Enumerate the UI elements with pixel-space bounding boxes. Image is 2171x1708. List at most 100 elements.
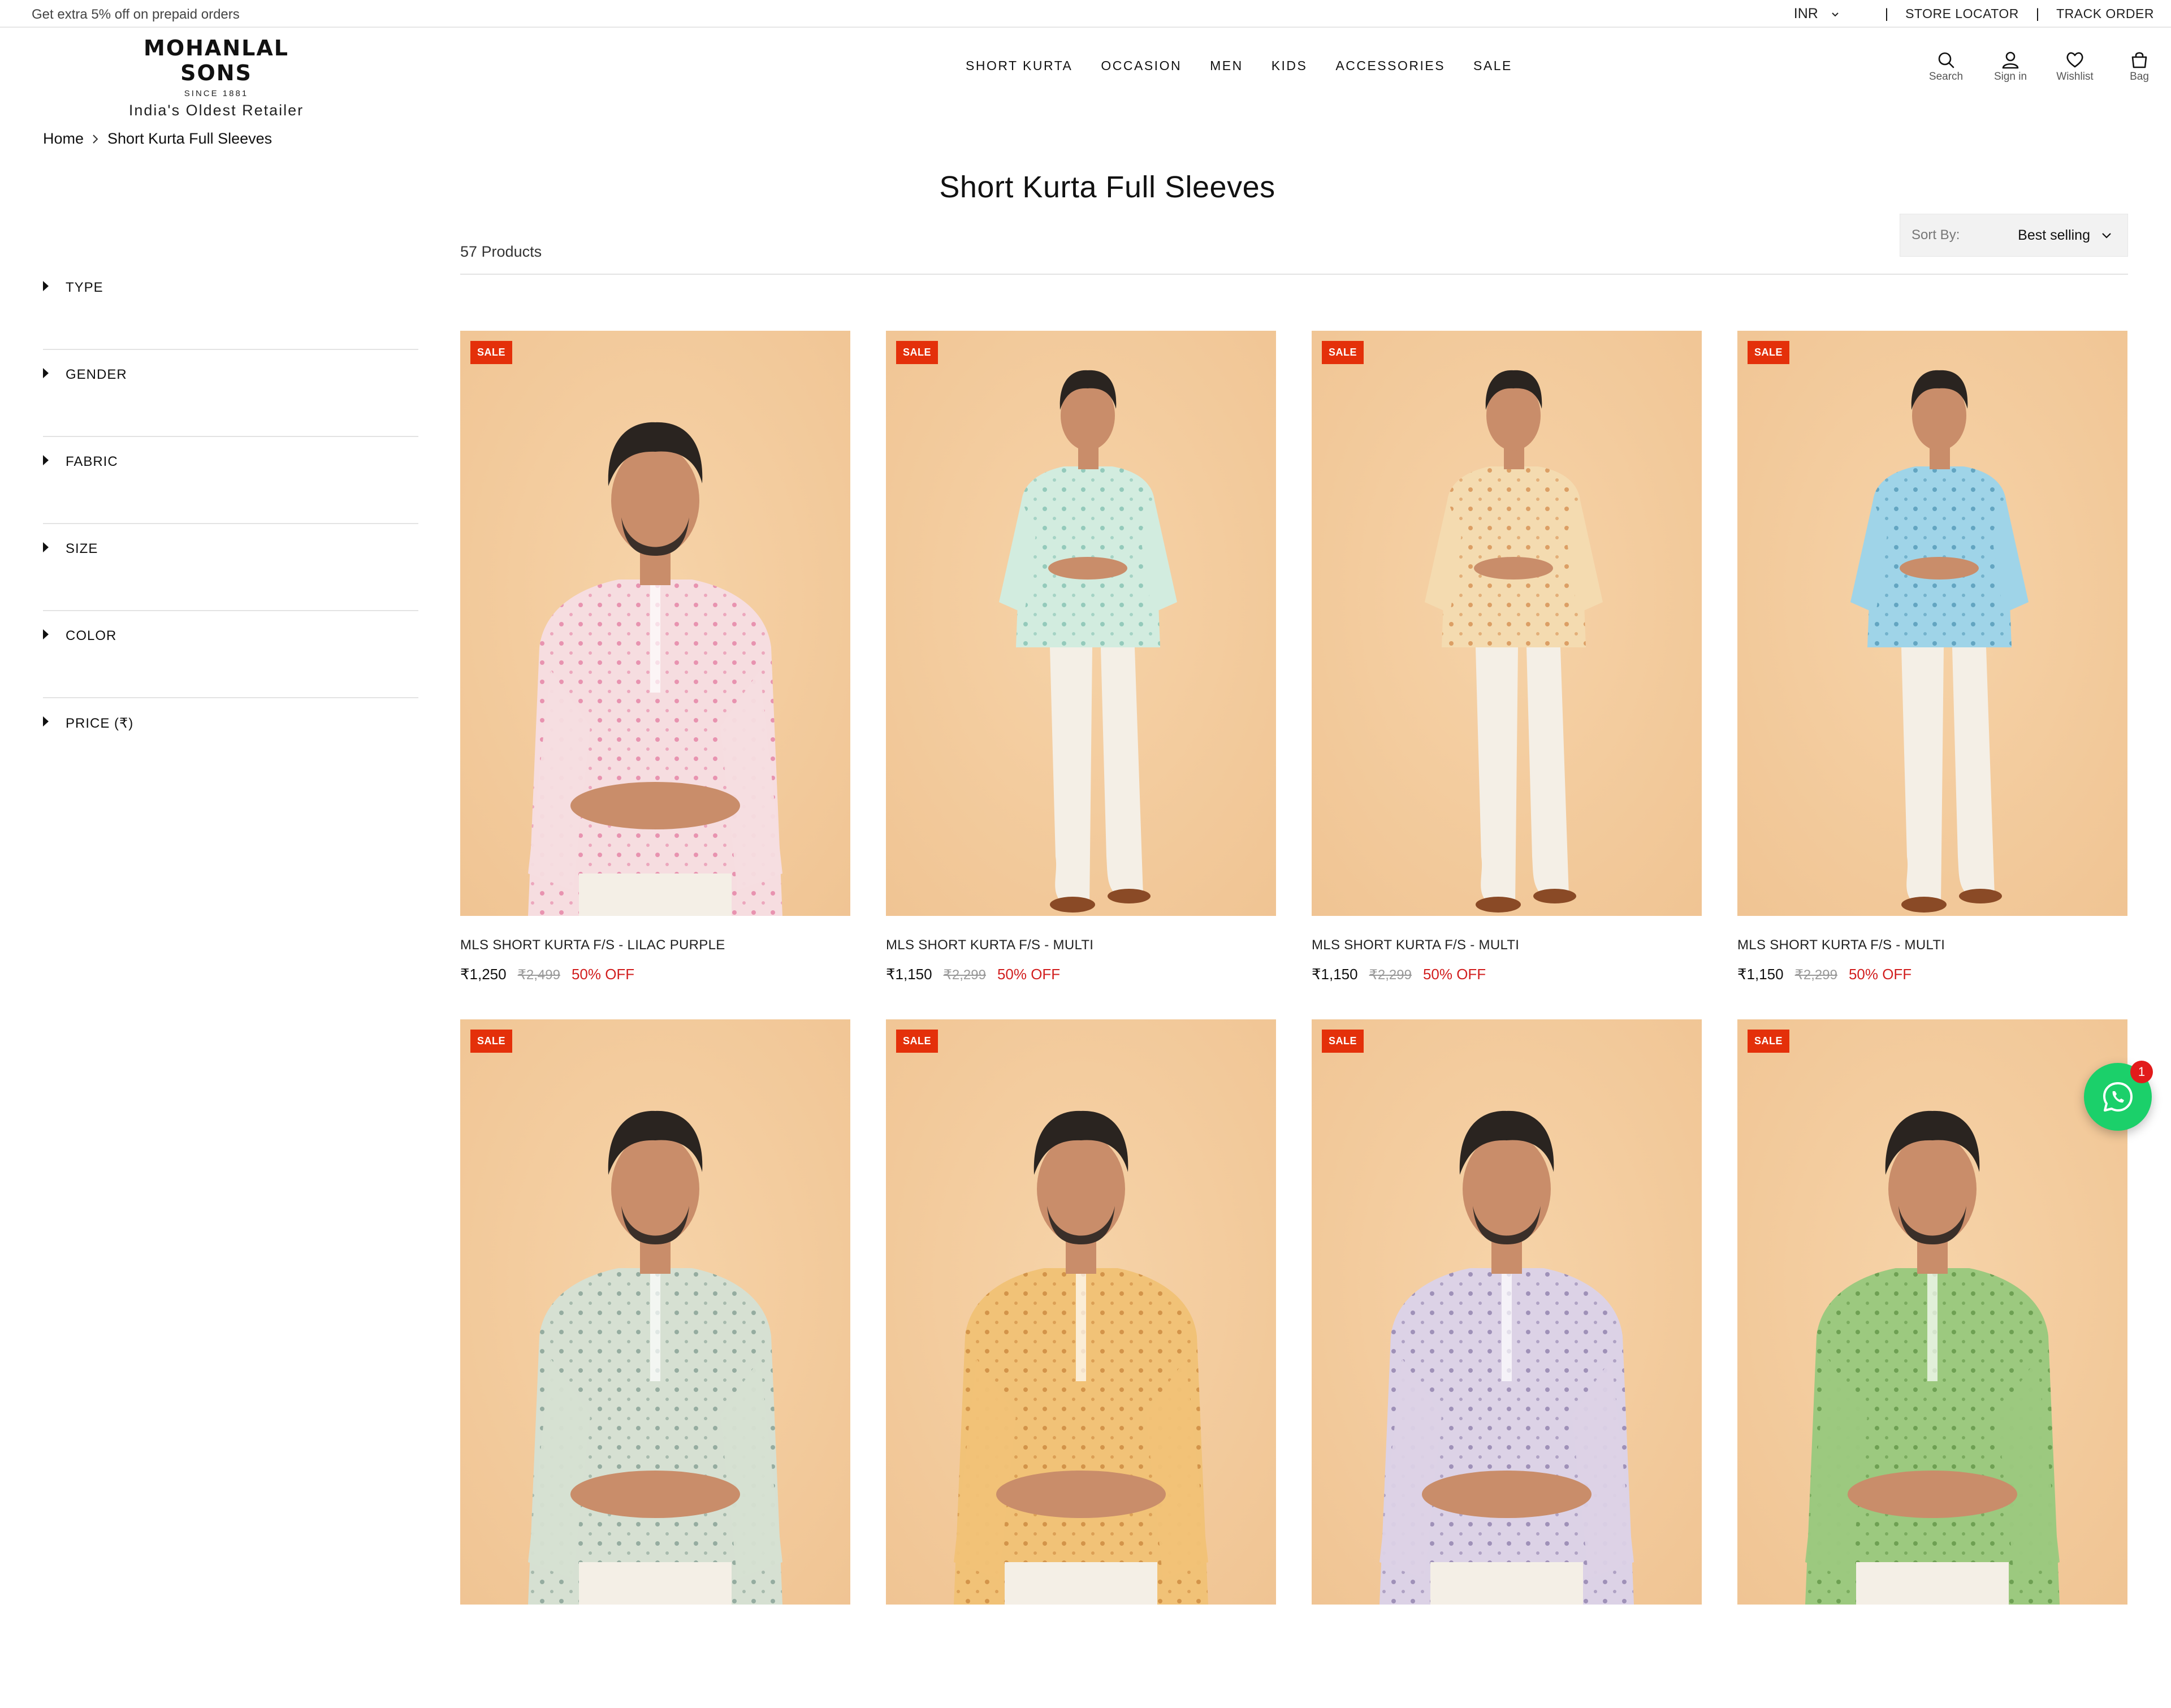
product-card[interactable]: SALE (1312, 1019, 1702, 1708)
product-name[interactable]: MLS SHORT KURTA F/S - LILAC PURPLE (460, 937, 850, 953)
logo-since: SINCE 1881 (184, 89, 249, 98)
caret-right-icon (43, 542, 49, 552)
caret-right-icon (43, 281, 49, 291)
caret-right-icon (43, 716, 49, 727)
store-locator-link[interactable]: STORE LOCATOR (1905, 6, 2019, 21)
product-photo (460, 331, 850, 916)
product-image[interactable]: SALE (1737, 1019, 2127, 1605)
caret-right-icon (43, 629, 49, 639)
product-mrp: ₹2,299 (1794, 967, 1837, 983)
product-photo (1737, 1019, 2127, 1605)
product-image[interactable]: SALE (1737, 331, 2127, 916)
product-prices: ₹1,150 ₹2,299 50% OFF (1737, 966, 2127, 983)
nav-short-kurta[interactable]: SHORT KURTA (966, 58, 1072, 73)
product-discount: 50% OFF (997, 966, 1061, 983)
product-grid: SALE MLS SHORT KURTA F/S - LILAC PURPLE … (460, 331, 2128, 1708)
product-name[interactable]: MLS SHORT KURTA F/S - MULTI (886, 937, 1276, 953)
filter-gender[interactable]: GENDER (43, 350, 418, 437)
wishlist-label: Wishlist (2056, 71, 2094, 83)
sort-dropdown[interactable]: Sort By: Best selling (1900, 214, 2128, 257)
sort-label: Sort By: (1911, 227, 1960, 243)
bag-button[interactable]: Bag (2118, 50, 2161, 83)
caret-right-icon (43, 368, 49, 378)
product-mrp: ₹2,499 (517, 967, 560, 983)
breadcrumb: Home Short Kurta Full Sleeves (43, 130, 272, 148)
product-card[interactable]: SALE MLS SHORT KURTA F/S - LILAC PURPLE … (460, 331, 850, 1019)
product-photo (460, 1019, 850, 1605)
heart-icon (2066, 52, 2083, 68)
bag-label: Bag (2130, 71, 2149, 83)
product-price: ₹1,150 (886, 966, 932, 983)
product-card[interactable]: SALE (1737, 1019, 2127, 1708)
search-label: Search (1928, 71, 1964, 83)
product-prices: ₹1,150 ₹2,299 50% OFF (886, 966, 1276, 983)
product-name[interactable]: MLS SHORT KURTA F/S - MULTI (1312, 937, 1702, 953)
product-prices: ₹1,250 ₹2,499 50% OFF (460, 966, 850, 983)
product-name[interactable]: MLS SHORT KURTA F/S - MULTI (1737, 937, 2127, 953)
currency-label: INR (1793, 6, 1818, 21)
sale-badge: SALE (1748, 341, 1790, 364)
product-card[interactable]: SALE MLS SHORT KURTA F/S - MULTI ₹1,150 … (1737, 331, 2127, 1019)
chevron-down-icon (2102, 233, 2111, 239)
user-icon (2002, 51, 2019, 69)
sign-in-button[interactable]: Sign in (1989, 50, 2032, 83)
sort-value: Best selling (2018, 227, 2090, 243)
sale-badge: SALE (896, 1030, 939, 1053)
filter-size[interactable]: SIZE (43, 524, 418, 611)
search-button[interactable]: Search (1925, 50, 1967, 83)
logo[interactable]: MOHANLAL SONS SINCE 1881 India's Oldest … (113, 36, 319, 119)
product-photo (1312, 1019, 1702, 1605)
product-count: 57 Products (460, 243, 542, 260)
nav-men[interactable]: MEN (1210, 58, 1243, 73)
product-discount: 50% OFF (1422, 966, 1486, 983)
separator: | (2035, 6, 2040, 21)
sale-badge: SALE (470, 341, 513, 364)
product-card[interactable]: SALE MLS SHORT KURTA F/S - MULTI ₹1,150 … (886, 331, 1276, 1019)
product-price: ₹1,250 (460, 966, 507, 983)
breadcrumb-home[interactable]: Home (43, 130, 84, 148)
product-card[interactable]: SALE (886, 1019, 1276, 1708)
product-image[interactable]: SALE (460, 1019, 850, 1605)
product-image[interactable]: SALE (886, 331, 1276, 916)
filter-price[interactable]: PRICE (₹) (43, 698, 418, 785)
filter-type[interactable]: TYPE (43, 263, 418, 350)
logo-brand: MOHANLAL SONS (144, 36, 289, 85)
nav-sale[interactable]: SALE (1473, 58, 1512, 73)
search-icon (1938, 52, 1954, 68)
separator: | (1884, 6, 1889, 21)
currency-selector[interactable]: INR (1794, 6, 1840, 22)
product-prices: ₹1,150 ₹2,299 50% OFF (1312, 966, 1702, 983)
product-photo (1737, 331, 2127, 916)
sale-badge: SALE (1322, 341, 1364, 364)
nav-occasion[interactable]: OCCASION (1101, 58, 1182, 73)
promo-text: Get extra 5% off on prepaid orders (32, 7, 240, 22)
product-image[interactable]: SALE (1312, 331, 1702, 916)
filter-label: PRICE (₹) (66, 716, 134, 731)
caret-right-icon (43, 455, 49, 465)
product-card[interactable]: SALE MLS SHORT KURTA F/S - MULTI ₹1,150 … (1312, 331, 1702, 1019)
sale-badge: SALE (1322, 1030, 1364, 1053)
sale-badge: SALE (1748, 1030, 1790, 1053)
product-image[interactable]: SALE (886, 1019, 1276, 1605)
product-photo (886, 1019, 1276, 1605)
product-card[interactable]: SALE (460, 1019, 850, 1708)
product-image[interactable]: SALE (460, 331, 850, 916)
chevron-down-icon (1832, 12, 1839, 16)
product-discount: 50% OFF (1848, 966, 1912, 983)
nav-accessories[interactable]: ACCESSORIES (1335, 58, 1445, 73)
main-nav: SHORT KURTA OCCASION MEN KIDS ACCESSORIE… (966, 58, 1512, 73)
site-header: MOHANLAL SONS SINCE 1881 India's Oldest … (0, 29, 2171, 119)
whatsapp-button[interactable]: 1 (2084, 1061, 2153, 1131)
nav-kids[interactable]: KIDS (1272, 58, 1308, 73)
product-discount: 50% OFF (571, 966, 635, 983)
divider (460, 274, 2128, 275)
filter-label: FABRIC (66, 454, 118, 469)
chevron-right-icon (93, 134, 98, 144)
product-image[interactable]: SALE (1312, 1019, 1702, 1605)
filter-fabric[interactable]: FABRIC (43, 437, 418, 524)
whatsapp-icon (2103, 1082, 2133, 1112)
filter-color[interactable]: COLOR (43, 611, 418, 698)
wishlist-button[interactable]: Wishlist (2053, 50, 2096, 83)
track-order-link[interactable]: TRACK ORDER (2056, 6, 2154, 21)
header-actions: Search Sign in Wishlist Bag (1925, 50, 2161, 83)
